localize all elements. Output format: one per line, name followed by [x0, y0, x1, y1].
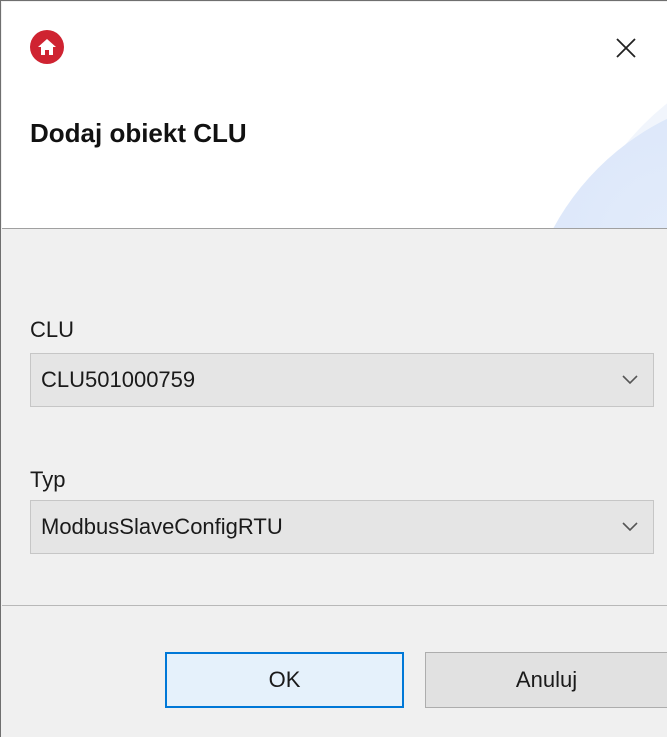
typ-select-value: ModbusSlaveConfigRTU [41, 514, 283, 539]
dialog-header: Dodaj obiekt CLU [2, 2, 667, 229]
close-icon [616, 38, 636, 58]
chevron-down-icon [621, 372, 639, 390]
dialog-title: Dodaj obiekt CLU [30, 118, 247, 148]
close-button[interactable] [606, 28, 646, 68]
header-decoration-arc [522, 92, 667, 228]
home-icon [30, 30, 64, 64]
ok-button[interactable]: OK [165, 652, 404, 708]
dialog-window: Dodaj obiekt CLU CLU CLU501000759 Typ Mo… [0, 0, 667, 737]
typ-select[interactable]: ModbusSlaveConfigRTU [30, 500, 654, 554]
chevron-down-icon [621, 519, 639, 537]
footer-divider [2, 605, 667, 606]
clu-select[interactable]: CLU501000759 [30, 353, 654, 407]
typ-label: Typ [30, 467, 66, 492]
cancel-button[interactable]: Anuluj [425, 652, 667, 708]
clu-select-value: CLU501000759 [41, 367, 196, 392]
clu-label: CLU [30, 317, 75, 342]
